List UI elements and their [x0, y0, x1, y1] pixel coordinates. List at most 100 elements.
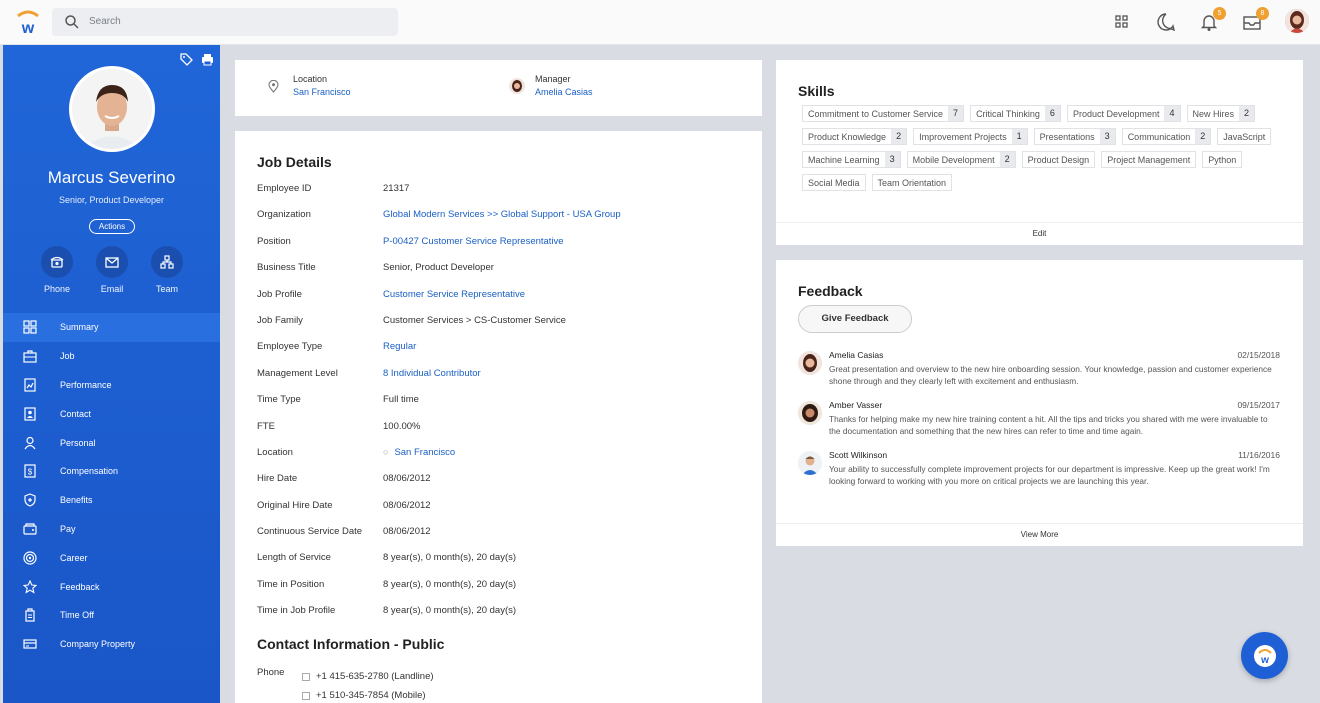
nav-item-career[interactable]: Career: [3, 543, 220, 572]
nav-item-summary[interactable]: Summary: [3, 313, 220, 342]
job-detail-value: Customer Services > CS-Customer Service: [383, 315, 566, 341]
skill-tag[interactable]: Project Management: [1101, 151, 1197, 168]
tag-icon[interactable]: [180, 53, 193, 66]
nav-item-feedback[interactable]: Feedback: [3, 572, 220, 601]
skill-tag[interactable]: JavaScript: [1217, 128, 1272, 145]
feedback-author[interactable]: Scott Wilkinson: [829, 450, 887, 460]
skill-tag[interactable]: Product Knowledge 2: [802, 128, 908, 145]
nav-item-company-property[interactable]: Company Property: [3, 630, 220, 659]
view-more-button[interactable]: View More: [776, 523, 1303, 546]
benefits-icon: [24, 493, 36, 507]
quick-email-label: Email: [100, 284, 124, 294]
profile-sidebar: Marcus Severino Senior, Product Develope…: [3, 45, 220, 703]
chat-icon[interactable]: [1155, 11, 1177, 33]
skill-tag-count: 2: [999, 152, 1015, 167]
skill-tag[interactable]: Communication 2: [1121, 128, 1212, 145]
nav-label: Time Off: [60, 610, 95, 621]
skill-tag[interactable]: Product Design: [1021, 151, 1096, 168]
skill-tag[interactable]: Commitment to Customer Service 7: [802, 105, 965, 122]
job-detail-value-text[interactable]: Global Modern Services >> Global Support…: [383, 209, 621, 220]
notification-count-badge: 5: [1213, 7, 1226, 20]
job-detail-value: 8 year(s), 0 month(s), 20 day(s): [383, 605, 516, 631]
quick-phone-label: Phone: [43, 284, 71, 294]
nav-item-personal[interactable]: Personal: [3, 428, 220, 457]
skill-tag[interactable]: Critical Thinking 6: [970, 105, 1061, 122]
skill-tag-count: 2: [1195, 129, 1211, 144]
skill-tag[interactable]: Presentations 3: [1033, 128, 1116, 145]
feedback-author[interactable]: Amber Vasser: [829, 400, 882, 410]
skill-tag-count: 7: [948, 106, 964, 121]
svg-text:w: w: [21, 20, 35, 36]
feedback-date: 11/16/2016: [1238, 450, 1280, 460]
location-link[interactable]: San Francisco: [293, 87, 351, 97]
print-icon[interactable]: [201, 53, 214, 66]
job-detail-value: Full time: [383, 394, 419, 420]
job-detail-row: Organization Global Modern Services >> Gl…: [257, 209, 737, 235]
job-details-list: Employee ID 21317 Organization Global Moder…: [257, 183, 737, 632]
quick-team[interactable]: Team: [142, 246, 192, 294]
profile-photo: [69, 66, 155, 152]
user-avatar[interactable]: [1285, 9, 1309, 33]
skill-tag[interactable]: New Hires 2: [1186, 105, 1256, 122]
svg-text:w: w: [1260, 655, 1269, 666]
feedback-avatar: [798, 451, 822, 475]
job-detail-value[interactable]: P-00427 Customer Service Representative: [383, 236, 564, 262]
actions-button[interactable]: Actions: [89, 219, 135, 234]
search-input[interactable]: Search: [89, 16, 121, 27]
assistant-chat-button[interactable]: w: [1241, 632, 1288, 679]
job-detail-value-text[interactable]: 8 Individual Contributor: [383, 368, 481, 379]
location-label: Location: [293, 74, 328, 84]
job-detail-value-text[interactable]: P-00427 Customer Service Representative: [383, 236, 564, 247]
feedback-author[interactable]: Amelia Casias: [829, 350, 883, 360]
phone-number-mobile[interactable]: +1 510-345-7854 (Mobile): [316, 690, 426, 701]
nav-item-contact[interactable]: Contact: [3, 399, 220, 428]
workday-logo-icon[interactable]: w: [15, 10, 41, 36]
skill-tag[interactable]: Social Media: [802, 174, 866, 191]
skill-tag[interactable]: Team Orientation: [871, 174, 953, 191]
job-detail-value-text[interactable]: San Francisco: [394, 447, 455, 458]
job-detail-value[interactable]: Customer Service Representative: [383, 289, 525, 315]
feedback-title: Feedback: [798, 283, 863, 299]
nav-item-job[interactable]: Job: [3, 342, 220, 371]
job-detail-value-text: Customer Services > CS-Customer Service: [383, 314, 566, 326]
manager-avatar: [509, 78, 525, 94]
job-detail-value: 08/06/2012: [383, 473, 431, 499]
feedback-text: Your ability to successfully complete im…: [829, 464, 1270, 486]
inbox-count-badge: 8: [1256, 7, 1269, 20]
apps-grid-icon[interactable]: [1111, 11, 1133, 33]
phone-entry: +1 415-635-2780 (Landline): [302, 667, 434, 686]
inbox-button[interactable]: 8: [1241, 7, 1269, 33]
job-detail-value[interactable]: Global Modern Services >> Global Support…: [383, 209, 621, 235]
nav-item-time-off[interactable]: Time Off: [3, 601, 220, 630]
job-detail-value[interactable]: Regular: [383, 341, 416, 367]
job-detail-row: Original Hire Date 08/06/2012: [257, 500, 737, 526]
job-detail-value-text[interactable]: Customer Service Representative: [383, 289, 525, 300]
mobile-icon: [302, 691, 310, 700]
give-feedback-button[interactable]: Give Feedback: [798, 305, 912, 333]
quick-email[interactable]: Email: [87, 246, 137, 294]
skill-tag[interactable]: Python: [1202, 151, 1243, 168]
job-detail-value[interactable]: 8 Individual Contributor: [383, 368, 481, 394]
skill-tag[interactable]: Improvement Projects 1: [913, 128, 1028, 145]
notifications-button[interactable]: 5: [1198, 7, 1226, 33]
nav-item-performance[interactable]: Performance: [3, 371, 220, 400]
skills-edit-button[interactable]: Edit: [776, 222, 1303, 245]
manager-link[interactable]: Amelia Casias: [535, 87, 593, 97]
job-detail-value-text[interactable]: Regular: [383, 341, 416, 352]
nav-item-benefits[interactable]: Benefits: [3, 486, 220, 515]
skill-tag[interactable]: Product Development 4: [1066, 105, 1181, 122]
nav-label: Contact: [60, 408, 92, 419]
manager-block: Manager Amelia Casias: [509, 74, 593, 97]
quick-phone[interactable]: Phone: [32, 246, 82, 294]
search-bar[interactable]: Search: [52, 8, 398, 36]
skill-tag[interactable]: Machine Learning 3: [802, 151, 901, 168]
job-detail-value-text: 21317: [383, 183, 410, 194]
job-detail-key: Business Title: [257, 262, 316, 274]
skill-tag-count: 6: [1044, 106, 1060, 121]
phone-number-landline[interactable]: +1 415-635-2780 (Landline): [316, 671, 434, 682]
nav-item-pay[interactable]: Pay: [3, 515, 220, 544]
job-detail-value[interactable]: ○ San Francisco: [383, 447, 455, 473]
nav-item-compensation[interactable]: $ Compensation: [3, 457, 220, 486]
skill-tag[interactable]: Mobile Development 2: [906, 151, 1016, 168]
summary-icon: [23, 320, 37, 334]
